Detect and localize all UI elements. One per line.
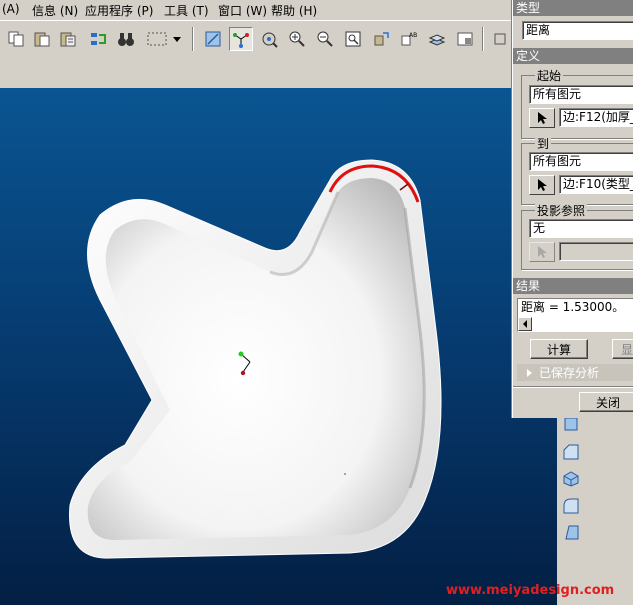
copy-icon[interactable] (4, 27, 28, 51)
type-select[interactable]: 距离 (522, 21, 633, 40)
result-header: 结果 (513, 278, 633, 294)
to-selection-field[interactable]: 边:F10(类型_ (559, 175, 633, 194)
arrow-cursor-icon (538, 179, 547, 191)
main-toolbar: AB (0, 20, 512, 59)
from-select-button[interactable] (529, 108, 555, 128)
view-manager-icon[interactable] (369, 27, 393, 51)
compute-button[interactable]: 计算 (530, 339, 588, 359)
show-button[interactable]: 显 (612, 339, 633, 359)
svg-text:AB: AB (409, 32, 417, 39)
expand-arrow-icon (527, 368, 532, 377)
result-text-area[interactable]: 距离 = 1.53000。 (517, 298, 633, 332)
annotation-icon[interactable]: AB (397, 27, 421, 51)
measure-dialog: 类型 距离 定义 起始 所有图元 边:F12(加厚_ 到 所有图元 边:F10(… (512, 0, 633, 418)
watermark-text: www.meiyadesign.com (446, 583, 615, 598)
projection-select[interactable]: 无 (529, 219, 633, 238)
saved-views-icon[interactable] (453, 27, 477, 51)
layers-icon[interactable] (425, 27, 449, 51)
extrude-icon[interactable] (561, 468, 581, 491)
menu-item-window[interactable]: 窗口 (W) (218, 2, 267, 19)
definition-header: 定义 (513, 48, 633, 64)
result-text: 距离 = 1.53000。 (521, 300, 625, 314)
regenerate-icon[interactable] (86, 27, 110, 51)
type-header: 类型 (513, 0, 633, 16)
menu-item-applications[interactable]: 应用程序 (P) (85, 2, 153, 19)
saved-analysis-toggle[interactable]: 已保存分析 (517, 364, 633, 381)
orient-icon[interactable] (257, 27, 281, 51)
menu-item-info[interactable]: 信息 (N) (32, 2, 78, 19)
dropdown-arrow-icon[interactable] (170, 27, 184, 51)
projection-select-button[interactable] (529, 242, 555, 262)
side-toolbar (557, 410, 587, 550)
paste-icon[interactable] (30, 27, 54, 51)
zoom-out-icon[interactable] (313, 27, 337, 51)
graphics-viewport[interactable] (0, 88, 557, 605)
chevron-left-icon (523, 320, 527, 328)
toolbar-separator (482, 27, 484, 51)
arrow-cursor-icon (538, 246, 547, 258)
chamfer-icon[interactable] (561, 442, 581, 465)
round-icon[interactable] (561, 496, 581, 519)
menu-item-a[interactable]: (A) (2, 2, 20, 16)
select-box-icon[interactable] (142, 27, 172, 51)
toolbar-area (0, 58, 512, 89)
menu-bar: (A) 信息 (N) 应用程序 (P) 工具 (T) 窗口 (W) 帮助 (H) (0, 0, 512, 18)
toolbar-separator (192, 27, 194, 51)
binoculars-icon[interactable] (114, 27, 138, 51)
from-filter-select[interactable]: 所有图元 (529, 85, 633, 104)
to-select-button[interactable] (529, 175, 555, 195)
paste-special-icon[interactable] (56, 27, 80, 51)
refit-icon[interactable] (341, 27, 365, 51)
repaint-icon[interactable] (201, 27, 225, 51)
dialog-divider (513, 386, 633, 388)
menu-item-tools[interactable]: 工具 (T) (164, 2, 209, 19)
scroll-left-button[interactable] (518, 317, 532, 331)
zoom-in-icon[interactable] (285, 27, 309, 51)
partial-tool-icon[interactable] (490, 27, 510, 51)
menu-item-help[interactable]: 帮助 (H) (271, 2, 317, 19)
arrow-cursor-icon (538, 112, 547, 124)
close-button[interactable]: 关闭 (579, 392, 633, 412)
to-group-title: 到 (535, 135, 552, 152)
from-group-title: 起始 (535, 67, 564, 84)
spin-center-icon[interactable] (229, 27, 253, 51)
projection-group-title: 投影参照 (535, 202, 588, 219)
projection-selection-field[interactable] (559, 242, 633, 261)
draft-icon[interactable] (561, 522, 581, 545)
saved-analysis-label: 已保存分析 (539, 366, 600, 380)
from-selection-field[interactable]: 边:F12(加厚_ (559, 108, 633, 127)
to-filter-select[interactable]: 所有图元 (529, 152, 633, 171)
